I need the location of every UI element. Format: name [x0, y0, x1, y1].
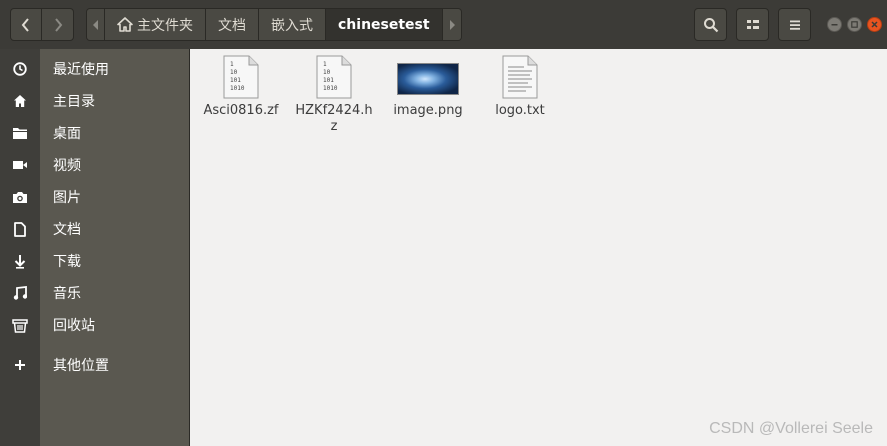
file-item[interactable]: 1 10 101 1010 Asci0816.zf	[195, 55, 287, 119]
sidebar: 最近使用 主目录 桌面 视频 图片 文档 下载 音乐 回收站 其他位置	[0, 49, 190, 446]
close-icon	[871, 21, 878, 28]
sidebar-item-videos[interactable]: 视频	[0, 149, 190, 181]
minimize-button[interactable]	[827, 17, 842, 32]
download-icon	[0, 254, 40, 269]
sidebar-item-label: 回收站	[53, 318, 95, 334]
breadcrumb: 主文件夹 文档 嵌入式 chinesetest	[86, 8, 462, 41]
file-name: logo.txt	[495, 103, 545, 118]
hamburger-menu-icon	[789, 20, 800, 30]
breadcrumb-scroll-left[interactable]	[87, 9, 105, 40]
binary-line: 1010	[230, 85, 245, 92]
binary-icon-text: 1 10 101 1010	[230, 61, 244, 93]
arrow-right-icon	[449, 19, 455, 30]
music-icon	[0, 286, 40, 300]
clock-icon	[0, 62, 40, 76]
search-icon	[703, 17, 718, 32]
breadcrumb-label: chinesetest	[338, 16, 430, 33]
sidebar-item-trash[interactable]: 回收站	[0, 309, 190, 341]
search-button[interactable]	[694, 8, 727, 41]
image-thumbnail	[397, 63, 459, 95]
sidebar-item-label: 图片	[53, 190, 81, 206]
chevron-left-icon	[21, 17, 29, 32]
sidebar-item-label: 主目录	[53, 94, 95, 110]
breadcrumb-label: 文档	[218, 17, 246, 34]
sidebar-item-label: 视频	[53, 158, 81, 174]
binary-line: 101	[230, 77, 241, 84]
sidebar-item-documents[interactable]: 文档	[0, 213, 190, 245]
binary-line: 101	[323, 77, 334, 84]
close-button[interactable]	[867, 17, 882, 32]
trash-icon	[0, 318, 40, 333]
sidebar-item-recent[interactable]: 最近使用	[0, 53, 190, 85]
binary-line: 10	[323, 69, 331, 76]
breadcrumb-current[interactable]: chinesetest	[326, 9, 443, 40]
sidebar-item-label: 其他位置	[53, 358, 109, 374]
sidebar-item-label: 音乐	[53, 286, 81, 302]
chevron-right-icon	[54, 17, 62, 32]
sidebar-item-home[interactable]: 主目录	[0, 85, 190, 117]
folder-icon	[0, 126, 40, 140]
sidebar-item-pictures[interactable]: 图片	[0, 181, 190, 213]
watermark: CSDN @Vollerei Seele	[709, 420, 873, 437]
home-icon	[0, 94, 40, 108]
binary-file-icon: 1 10 101 1010	[316, 55, 352, 99]
breadcrumb-home[interactable]: 主文件夹	[105, 9, 206, 40]
breadcrumb-documents[interactable]: 文档	[206, 9, 259, 40]
file-item[interactable]: 1 10 101 1010 HZKf2424.hz	[288, 55, 380, 135]
sidebar-divider	[189, 49, 190, 446]
text-file-icon	[502, 55, 538, 99]
sidebar-item-label: 最近使用	[53, 62, 109, 78]
sidebar-item-desktop[interactable]: 桌面	[0, 117, 190, 149]
file-name: Asci0816.zf	[203, 103, 279, 118]
sidebar-item-music[interactable]: 音乐	[0, 277, 190, 309]
forward-button[interactable]	[41, 8, 74, 41]
back-button[interactable]	[10, 8, 42, 41]
binary-line: 1	[323, 61, 327, 68]
breadcrumb-label: 主文件夹	[137, 17, 193, 34]
camera-icon	[0, 190, 40, 204]
binary-icon-text: 1 10 101 1010	[323, 61, 337, 93]
sidebar-item-label: 文档	[53, 222, 81, 238]
video-icon	[0, 159, 40, 171]
plus-icon	[0, 359, 40, 371]
binary-line: 10	[230, 69, 238, 76]
list-view-icon	[746, 19, 759, 29]
sidebar-item-label: 下载	[53, 254, 81, 270]
breadcrumb-embedded[interactable]: 嵌入式	[259, 9, 326, 40]
menu-button[interactable]	[778, 8, 811, 41]
binary-line: 1010	[323, 85, 338, 92]
minimize-icon	[831, 24, 838, 26]
home-icon	[117, 17, 133, 32]
file-name: image.png	[393, 103, 463, 118]
file-name: HZKf2424.hz	[295, 103, 373, 134]
maximize-button[interactable]	[847, 17, 862, 32]
maximize-icon	[851, 21, 858, 28]
sidebar-item-downloads[interactable]: 下载	[0, 245, 190, 277]
file-item[interactable]: logo.txt	[474, 55, 566, 119]
breadcrumb-label: 嵌入式	[271, 17, 313, 34]
document-icon	[0, 221, 40, 237]
file-item[interactable]: image.png	[382, 55, 474, 119]
breadcrumb-scroll-right[interactable]	[442, 9, 461, 40]
view-options-button[interactable]	[736, 8, 769, 41]
binary-file-icon: 1 10 101 1010	[223, 55, 259, 99]
sidebar-item-other-locations[interactable]: 其他位置	[0, 349, 190, 381]
arrow-left-icon	[92, 19, 98, 30]
sidebar-item-label: 桌面	[53, 126, 81, 142]
binary-line: 1	[230, 61, 234, 68]
header-bar: 主文件夹 文档 嵌入式 chinesetest	[0, 0, 887, 49]
